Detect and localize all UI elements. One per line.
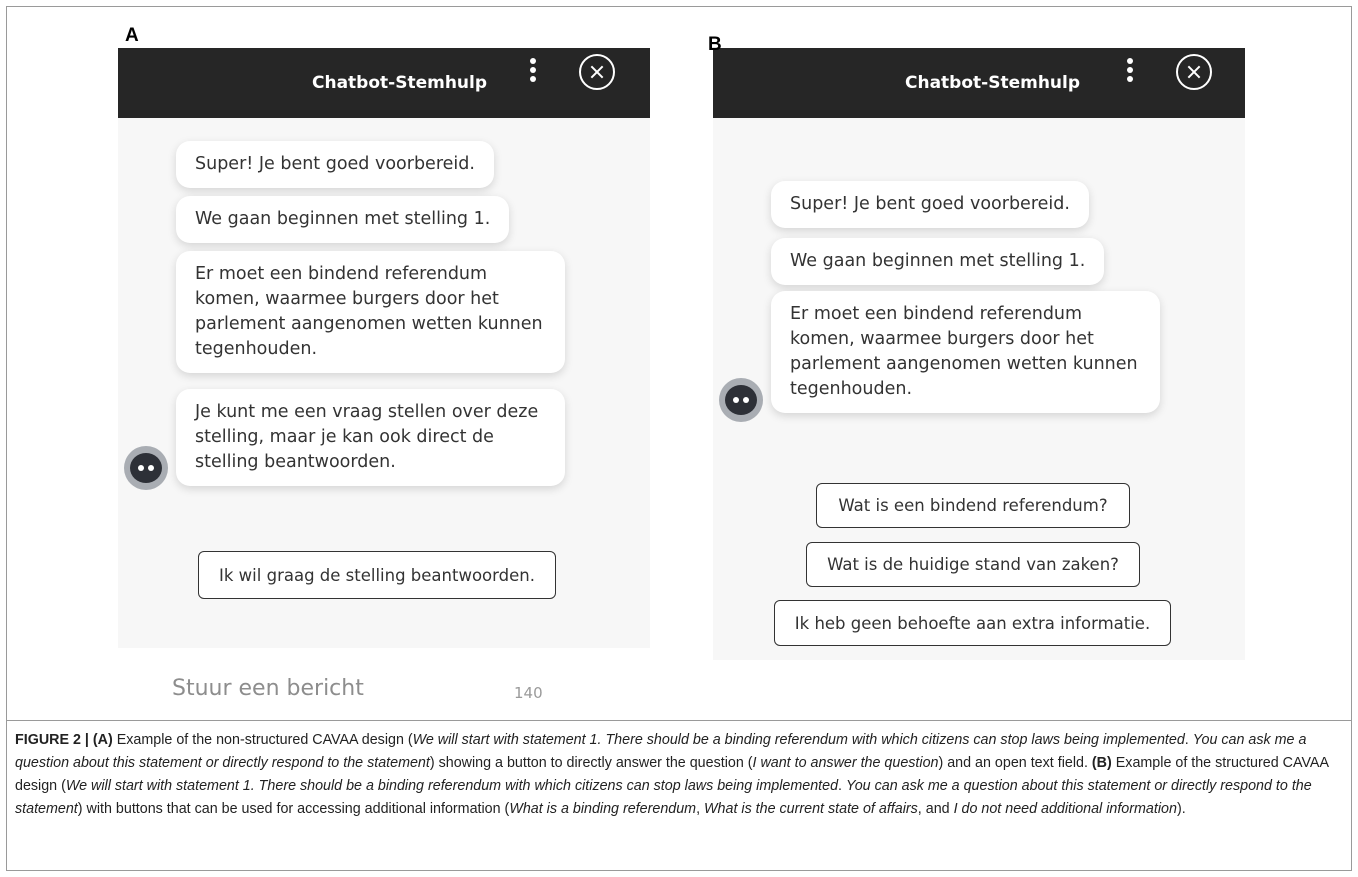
chat-message: We gaan beginnen met stelling 1. [771, 238, 1105, 285]
chat-message: Super! Je bent goed voorbereid. [176, 141, 494, 188]
panel-a-letter: A [125, 25, 139, 46]
no-extra-info-button[interactable]: Ik heb geen behoefte aan extra informati… [774, 600, 1171, 646]
caption-text: . [1184, 732, 1193, 748]
caption-text: ) and an open text field. [938, 755, 1088, 771]
kebab-menu-icon[interactable] [1126, 58, 1134, 88]
message-input[interactable]: Stuur een bericht [172, 676, 364, 701]
chat-message: Er moet een bindend referendum komen, wa… [176, 251, 565, 373]
chat-window-b: Chatbot-Stemhulp Super! Je bent goed voo… [713, 48, 1245, 660]
caption-quote: We will start with statement 1. There sh… [65, 778, 839, 794]
figure-caption: FIGURE 2 | (A) Example of the non-struct… [15, 729, 1343, 821]
chat-title-b: Chatbot-Stemhulp [905, 73, 1081, 93]
caption-divider [6, 720, 1352, 721]
kebab-menu-icon[interactable] [529, 58, 537, 88]
chat-message: Er moet een bindend referendum komen, wa… [771, 291, 1160, 413]
caption-text: ) showing a button to directly answer th… [429, 755, 753, 771]
caption-quote: What is a binding referendum [509, 801, 697, 817]
caption-a-marker: (A) [92, 732, 113, 748]
caption-quote: What is the current state of affairs [704, 801, 918, 817]
bot-avatar-icon [719, 378, 763, 422]
bot-avatar-icon [124, 446, 168, 490]
panel-b-letter: B [708, 34, 722, 55]
chat-title-a: Chatbot-Stemhulp [312, 73, 488, 93]
caption-text: . [838, 778, 846, 794]
caption-text: ) with buttons that can be used for acce… [77, 801, 510, 817]
chat-header-a: Chatbot-Stemhulp [118, 48, 650, 118]
binding-referendum-button[interactable]: Wat is een bindend referendum? [816, 483, 1130, 528]
caption-text: Example of the non-structured CAVAA desi… [116, 732, 413, 748]
current-state-button[interactable]: Wat is de huidige stand van zaken? [806, 542, 1140, 587]
caption-b-marker: (B) [1091, 755, 1112, 771]
caption-text: ). [1176, 801, 1186, 817]
caption-quote: I want to answer the question [752, 755, 939, 771]
chat-message: We gaan beginnen met stelling 1. [176, 196, 510, 243]
caption-text: , and [917, 801, 954, 817]
caption-text: , [696, 801, 705, 817]
char-counter: 140 [514, 684, 543, 702]
chat-window-a: Chatbot-Stemhulp Super! Je bent goed voo… [118, 48, 650, 648]
chat-message: Je kunt me een vraag stellen over deze s… [176, 389, 565, 486]
caption-quote: I do not need additional information [953, 801, 1177, 817]
chat-message: Super! Je bent goed voorbereid. [771, 181, 1089, 228]
figure-label: FIGURE 2 | [15, 732, 89, 748]
close-icon[interactable] [579, 54, 615, 90]
chat-header-b: Chatbot-Stemhulp [713, 48, 1245, 118]
close-icon[interactable] [1176, 54, 1212, 90]
answer-statement-button[interactable]: Ik wil graag de stelling beantwoorden. [198, 551, 556, 599]
caption-quote: We will start with statement 1. There sh… [412, 732, 1185, 748]
